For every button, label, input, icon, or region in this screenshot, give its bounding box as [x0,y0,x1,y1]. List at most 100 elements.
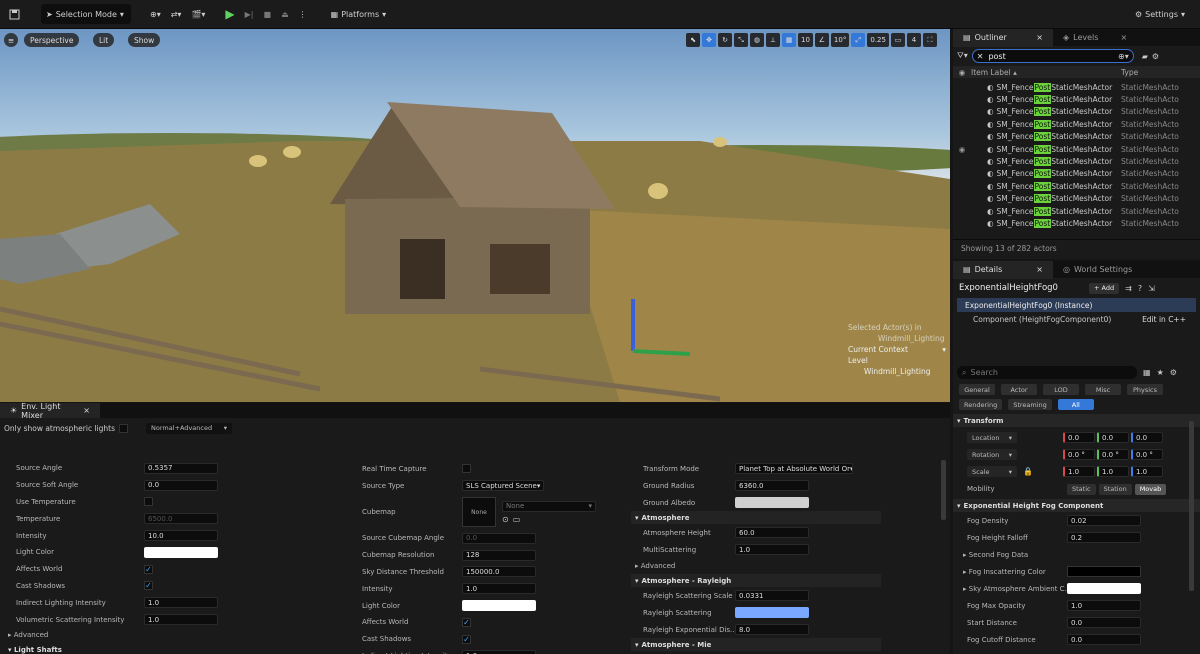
outliner-row[interactable]: ◐ SM_FencePostStaticMeshActor StaticMeshAc… [953,81,1200,93]
mobility-stationary[interactable]: Station [1098,483,1132,495]
world-space-icon[interactable]: ◍ [750,33,764,47]
scale-snap-value[interactable]: 0.25 [867,33,889,47]
rayleigh-exp-field[interactable]: 8.0 [735,624,809,635]
category-rendering[interactable]: Rendering [959,399,1003,410]
stop-icon[interactable]: ■ [259,4,277,24]
details-search-input[interactable]: ⌕ Search [957,366,1137,379]
fog-prop-field[interactable]: 0.2 [1067,532,1141,543]
grid-view-icon[interactable]: ▦ [1143,368,1151,377]
mode-dropdown[interactable]: Normal+Advanced ▾ [146,422,233,434]
rotation-snap-icon[interactable]: ∠ [814,33,829,47]
atmosphere-height-field[interactable]: 60.0 [735,527,809,538]
outliner-row[interactable]: ◐ SM_FencePostStaticMeshActor StaticMeshAc… [953,168,1200,180]
perspective-button[interactable]: Perspective [24,33,80,47]
outliner-row[interactable]: ◐ SM_FencePostStaticMeshActor StaticMeshAc… [953,106,1200,118]
move-tool-icon[interactable]: ✥ [702,33,716,47]
sky-ambient-color[interactable] [1067,583,1141,594]
category-all[interactable]: All [1057,399,1094,410]
category-lod[interactable]: LOD [1043,384,1079,395]
mobility-static[interactable]: Static [1067,483,1096,495]
sky-value-field[interactable]: 1.0 [462,650,536,654]
show-button[interactable]: Show [128,33,161,47]
mixer-scrollbar[interactable] [941,460,946,520]
eye-icon[interactable]: ◉ [953,145,971,154]
tab-levels[interactable]: ◈ Levels × [1053,29,1137,47]
rotate-tool-icon[interactable]: ↻ [718,33,732,47]
multiscattering-field[interactable]: 1.0 [735,544,809,555]
mobility-movable[interactable]: Movab [1134,483,1167,495]
outliner-row[interactable]: ◐ SM_FencePostStaticMeshActor StaticMeshAc… [953,193,1200,205]
save-icon[interactable] [4,4,25,24]
play-icon[interactable]: ▶ [220,4,239,24]
column-item-label[interactable]: Item Label ▴ [971,68,1121,77]
ground-radius-field[interactable]: 6360.0 [735,480,809,491]
sky-light-color[interactable] [462,600,536,612]
scale-dropdown[interactable]: Scale ▾ [967,466,1017,477]
rotation-dropdown[interactable]: Rotation ▾ [967,449,1017,460]
scale-y-field[interactable]: 1.0 [1097,466,1129,477]
scale-z-field[interactable]: 1.0 [1131,466,1163,477]
light-shafts-section[interactable]: ▾ Light Shafts [4,646,344,654]
rotation-z-field[interactable]: 0.0 ° [1131,449,1163,460]
fog-inscattering-color[interactable] [1067,566,1141,577]
outliner-row[interactable]: ◐ SM_FencePostStaticMeshActor StaticMeshAc… [953,217,1200,229]
close-icon[interactable]: × [1036,33,1043,42]
category-actor[interactable]: Actor [1001,384,1037,395]
help-icon[interactable]: ? [1138,284,1142,293]
outliner-row[interactable]: ◐ SM_FencePostStaticMeshActor StaticMeshAc… [953,205,1200,217]
light-value-field[interactable]: 6500.0 [144,513,218,525]
pin-icon[interactable]: ⇲ [1148,284,1155,293]
folder-icon[interactable]: ▰ [1142,52,1148,61]
more-options-icon[interactable]: ⋮ [294,4,312,24]
location-dropdown[interactable]: Location ▾ [967,432,1017,443]
grid-snap-icon[interactable]: ▦ [782,33,796,47]
outliner-row[interactable]: ◐ SM_FencePostStaticMeshActor StaticMeshAc… [953,155,1200,167]
blueprint-icon[interactable]: ⇉ [1125,284,1132,293]
light-checkbox[interactable]: ✓ [144,564,153,574]
tab-outliner[interactable]: ▤ Outliner × [953,28,1053,47]
eject-icon[interactable]: ⏏ [276,4,294,24]
rayleigh-section[interactable]: ▾ Atmosphere - Rayleigh [631,574,881,587]
category-general[interactable]: General [959,384,995,395]
details-scrollbar[interactable] [1189,421,1194,591]
actor-name[interactable]: ExponentialHeightFog0 [959,283,1083,293]
light-value-field[interactable]: 0.5357 [144,462,218,474]
fog-prop-field[interactable]: 0.0 [1067,634,1141,645]
outliner-row[interactable]: ◐ SM_FencePostStaticMeshActor StaticMeshAc… [953,131,1200,143]
rotation-y-field[interactable]: 0.0 ° [1097,449,1129,460]
rotation-x-field[interactable]: 0.0 ° [1063,449,1095,460]
location-z-field[interactable]: 0.0 [1131,432,1163,443]
settings-button[interactable]: ⚙ Settings ▾ [1130,4,1190,24]
outliner-search-input[interactable]: ✕ post ⊕▾ [971,49,1134,63]
camera-speed-icon[interactable]: ▭ [890,33,905,47]
category-misc[interactable]: Misc [1085,384,1121,395]
filter-icon[interactable]: ⛛▾ [957,51,968,61]
rotation-snap-value[interactable]: 10° [830,33,850,47]
clear-search-icon[interactable]: ✕ [977,52,984,61]
light-color-swatch[interactable] [144,546,218,558]
add-component-button[interactable]: + Add [1089,282,1120,294]
only-atmospheric-checkbox[interactable] [119,423,129,433]
use-selected-icon[interactable]: ⊙ [502,515,509,524]
transform-section[interactable]: ▾ Transform [953,414,1200,427]
advanced-row[interactable]: ▸ Advanced [4,631,344,644]
surface-snap-icon[interactable]: ⟂ [766,33,780,47]
light-value-field[interactable]: 1.0 [144,614,218,626]
category-streaming[interactable]: Streaming [1008,399,1052,410]
column-type[interactable]: Type [1121,68,1138,77]
rayleigh-scattering-color[interactable] [735,607,809,618]
platforms-button[interactable]: ▦ Platforms ▾ [326,4,391,24]
light-checkbox[interactable]: ✓ [144,581,153,591]
sky-value-field[interactable]: 128 [462,549,536,561]
rayleigh-scale-field[interactable]: 0.0331 [735,590,809,601]
tab-env-light-mixer[interactable]: ☀ Env. Light Mixer × [0,403,100,420]
select-tool-icon[interactable]: ⬉ [686,33,700,47]
transform-mode-dropdown[interactable]: Planet Top at Absolute World Or▾ [735,463,853,474]
fog-prop-field[interactable]: 0.02 [1067,515,1141,526]
close-icon[interactable]: × [1036,265,1043,274]
component-item[interactable]: Component (HeightFogComponent0) Edit in C… [953,312,1200,326]
mie-section[interactable]: ▾ Atmosphere - Mie [631,638,881,651]
add-actor-icon[interactable]: ⊕▾ [145,4,166,24]
category-physics[interactable]: Physics [1127,384,1163,395]
location-y-field[interactable]: 0.0 [1097,432,1129,443]
